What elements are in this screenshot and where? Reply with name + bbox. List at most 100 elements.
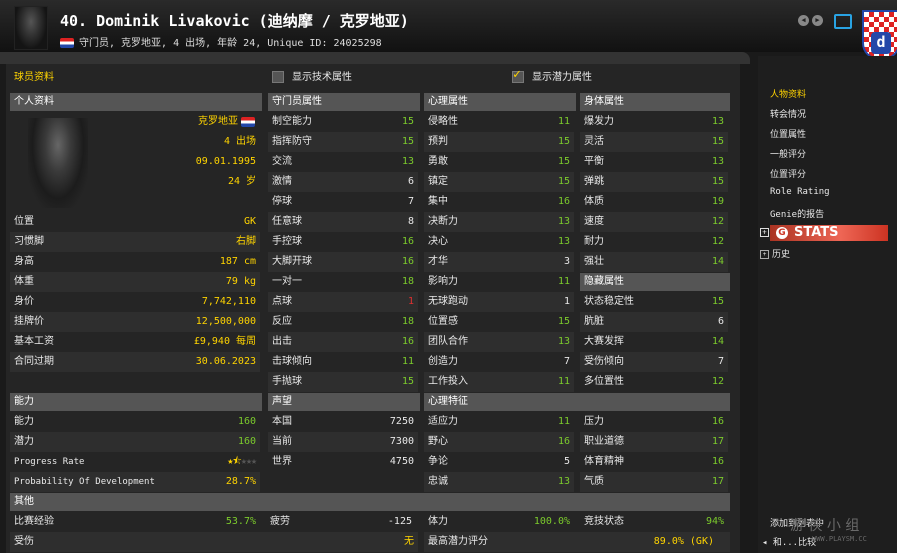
age-row: 24 岁 — [14, 172, 260, 192]
attr-value: 15 — [557, 176, 570, 187]
attr-value: 15 — [557, 156, 570, 167]
sidebar-item-history[interactable]: + 历史 — [760, 247, 790, 260]
condition-value: 100.0% — [533, 516, 570, 527]
attr-value: 12 — [711, 216, 724, 227]
attr-label: 无球跑动 — [428, 296, 468, 307]
show-potential-checkbox[interactable] — [512, 67, 524, 83]
attr-label: 适应力 — [428, 416, 458, 427]
attr-label: 点球 — [272, 296, 292, 307]
attr-label: 出击 — [272, 336, 292, 347]
nation-value: 克罗地亚 — [198, 116, 238, 127]
star-icon: ★ — [250, 456, 257, 467]
attr-row: 耐力 12 — [580, 232, 728, 252]
attr-row: 身高 187 cm — [10, 252, 260, 272]
attr-row: 制空能力 15 — [268, 112, 418, 132]
attr-label: 基本工资 — [14, 336, 54, 347]
attr-row: 位置 GK — [10, 212, 260, 232]
attr-label: 多位置性 — [584, 376, 624, 387]
attr-label: 位置感 — [428, 316, 458, 327]
attr-value: 14 — [711, 256, 724, 267]
attr-label: 速度 — [584, 216, 604, 227]
attr-row: 大脚开球 16 — [268, 252, 418, 272]
attr-row: 弹跳 15 — [580, 172, 728, 192]
attr-label: 体重 — [14, 276, 34, 287]
sidebar-item-profile[interactable]: 人物资料 — [770, 87, 806, 100]
sidebar-item-position-rating[interactable]: 位置评分 — [770, 167, 806, 180]
title-bar: 40. Dominik Livakovic (迪纳摩 / 克罗地亚) 守门员, … — [0, 0, 897, 60]
attr-label: 习惯脚 — [14, 236, 44, 247]
attr-label: 大赛发挥 — [584, 336, 624, 347]
attr-label: 合同过期 — [14, 356, 54, 367]
attr-value: 18 — [401, 276, 414, 287]
sidebar-item-role-rating[interactable]: Role Rating — [770, 187, 830, 197]
ca-label: 能力 — [14, 416, 34, 427]
attr-label: 创造力 — [428, 356, 458, 367]
attr-row: 工作投入 11 — [424, 372, 574, 392]
nav-controls: ◀ ▶ — [798, 14, 852, 29]
sidebar-item-transfer[interactable]: 转会情况 — [770, 107, 806, 120]
attr-row: 镇定 15 — [424, 172, 574, 192]
attr-value: 19 — [711, 196, 724, 207]
hidden-attrs-header: 隐藏属性 — [580, 273, 730, 291]
attr-value: 17 — [711, 436, 724, 447]
attr-value: 12,500,000 — [195, 316, 256, 327]
attr-value: 15 — [711, 296, 724, 307]
attr-row: 反应 18 — [268, 312, 418, 332]
sidebar-item-genie-report[interactable]: Genie的报告 — [770, 207, 824, 220]
sidebar-item-position-attrs[interactable]: 位置属性 — [770, 127, 806, 140]
attr-row: 灵活 15 — [580, 132, 728, 152]
attr-row: 世界 4750 — [268, 452, 418, 472]
attr-label: 预判 — [428, 136, 448, 147]
attr-value: 5 — [563, 456, 570, 467]
back-icon[interactable]: ◀ — [798, 15, 809, 26]
attr-row: 基本工资 £9,940 每周 — [10, 332, 260, 352]
caps-value: 4 出场 — [223, 136, 256, 147]
show-tech-checkbox[interactable] — [272, 71, 284, 83]
show-potential-toggle[interactable]: 显示潜力属性 — [512, 67, 592, 83]
attr-value: 7 — [407, 196, 414, 207]
attr-label: 手控球 — [272, 236, 302, 247]
attr-label: 忠诚 — [428, 476, 448, 487]
attr-label: 镇定 — [428, 176, 448, 187]
attr-value: 16 — [401, 256, 414, 267]
attr-row: 激情 6 — [268, 172, 418, 192]
attr-label: 肮脏 — [584, 316, 604, 327]
stats-button[interactable]: + G STATS — [760, 225, 888, 241]
attr-label: 争论 — [428, 456, 448, 467]
attr-label: 身高 — [14, 256, 34, 267]
compare-arrow-icon: ◂ — [762, 538, 773, 548]
attr-value: 7300 — [389, 436, 414, 447]
attr-value: 13 — [557, 476, 570, 487]
attr-label: 弹跳 — [584, 176, 604, 187]
attr-row: 大赛发挥 14 — [580, 332, 728, 352]
personality-header: 心理特征 — [424, 393, 730, 411]
attr-label: 当前 — [272, 436, 292, 447]
expand-icon[interactable]: + — [760, 228, 769, 237]
sidebar-item-general-rating[interactable]: 一般评分 — [770, 147, 806, 160]
attr-value: 11 — [401, 356, 414, 367]
attr-label: 灵活 — [584, 136, 604, 147]
attr-label: 勇敢 — [428, 156, 448, 167]
show-tech-toggle[interactable]: 显示技术属性 — [272, 68, 352, 83]
reputation-header: 声望 — [268, 393, 420, 411]
nation-flag-icon — [241, 117, 255, 127]
attr-value: 13 — [711, 156, 724, 167]
attr-row: 创造力 7 — [424, 352, 574, 372]
age-value: 24 岁 — [227, 176, 256, 187]
camera-icon[interactable] — [834, 14, 852, 29]
attr-label: 强壮 — [584, 256, 604, 267]
attr-value: 1 — [563, 296, 570, 307]
nation-row: 克罗地亚 — [14, 112, 260, 132]
attr-value: 79 kg — [225, 276, 256, 287]
pa-label: 潜力 — [14, 436, 34, 447]
attr-value: 7250 — [389, 416, 414, 427]
player-title: 40. Dominik Livakovic (迪纳摩 / 克罗地亚) — [60, 12, 409, 30]
attr-label: 体质 — [584, 196, 604, 207]
attr-label: 指挥防守 — [272, 136, 312, 147]
mental-attrs-header: 心理属性 — [424, 93, 576, 111]
compare-link[interactable]: ◂ 和...比较 — [762, 535, 816, 548]
attr-row: 指挥防守 15 — [268, 132, 418, 152]
forward-icon[interactable]: ▶ — [812, 15, 823, 26]
club-crest-icon: d — [862, 10, 897, 60]
expand-icon[interactable]: + — [760, 250, 769, 259]
